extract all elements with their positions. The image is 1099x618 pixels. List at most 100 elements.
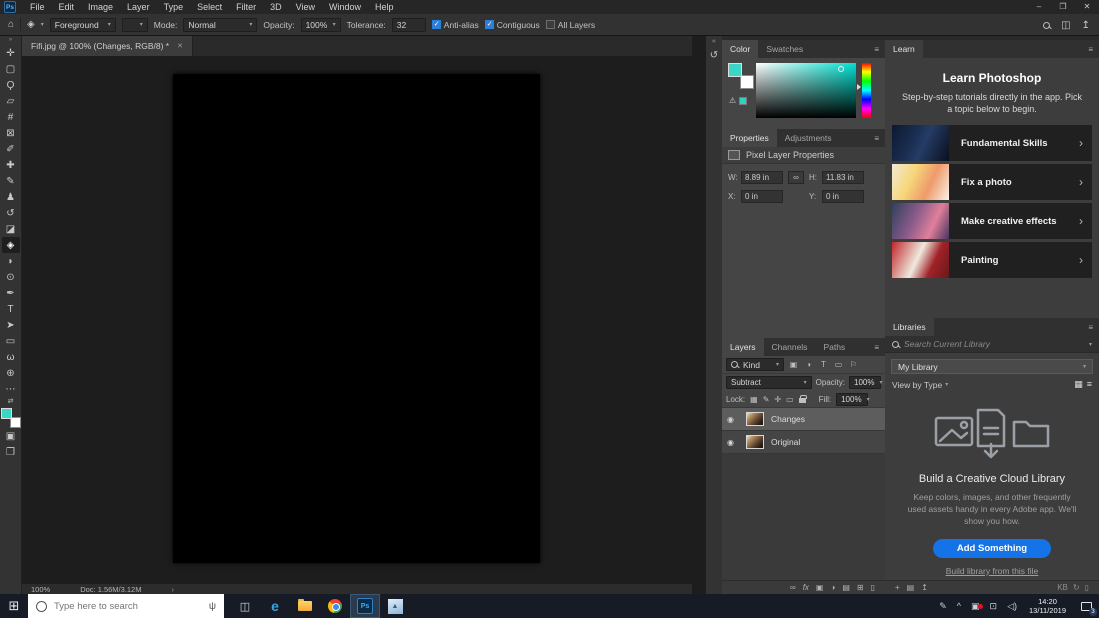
hue-slider-marker[interactable] <box>857 84 861 90</box>
close-button[interactable]: ✕ <box>1075 0 1099 14</box>
view-by-type-label[interactable]: View by Type <box>892 380 942 390</box>
layer-mask-icon[interactable]: ▣ <box>816 583 824 592</box>
tab-properties[interactable]: Properties <box>722 129 777 147</box>
type-tool[interactable]: T <box>2 301 20 317</box>
layer-style-icon[interactable]: fx <box>803 583 809 592</box>
adjustment-layer-icon[interactable]: ◑ <box>830 583 835 592</box>
new-group-icon[interactable]: ▤ <box>907 583 915 592</box>
restore-button[interactable]: ❐ <box>1051 0 1075 14</box>
tab-libraries[interactable]: Libraries <box>885 318 934 336</box>
lock-position-icon[interactable]: ✛ <box>774 395 781 404</box>
expand-toolbar-icon[interactable]: » <box>9 36 12 45</box>
edge-app[interactable]: e <box>260 594 290 618</box>
tolerance-input[interactable]: 32 <box>392 18 426 32</box>
object-selection-tool[interactable]: ▱ <box>2 93 20 109</box>
start-button[interactable]: ⊞ <box>0 594 28 618</box>
document-tab[interactable]: Fifi.jpg @ 100% (Changes, RGB/8) * ✕ <box>22 36 193 56</box>
panel-menu-icon[interactable]: ≡ <box>874 134 885 143</box>
notification-app-icon[interactable]: ▣ <box>966 601 985 612</box>
menu-layer[interactable]: Layer <box>120 0 157 14</box>
frame-tool[interactable]: ⊠ <box>2 125 20 141</box>
tab-adjustments[interactable]: Adjustments <box>777 129 840 147</box>
microphone-icon[interactable]: ψ <box>209 601 216 612</box>
zoom-tool[interactable]: ⊕ <box>2 365 20 381</box>
background-color-swatch[interactable] <box>740 75 754 89</box>
menu-filter[interactable]: Filter <box>229 0 263 14</box>
lasso-tool[interactable]: Ϙ <box>2 77 20 93</box>
dodge-tool[interactable]: ⊙ <box>2 269 20 285</box>
share-icon[interactable]: ↥ <box>1082 20 1090 31</box>
hand-tool[interactable]: ω <box>2 349 20 365</box>
lock-all-icon[interactable] <box>799 398 806 403</box>
document-canvas[interactable] <box>173 74 540 563</box>
list-view-icon[interactable]: ≡ <box>1087 379 1092 390</box>
taskbar-clock[interactable]: 14:20 13/11/2019 <box>1022 597 1073 615</box>
home-icon[interactable]: ⌂ <box>8 19 14 30</box>
minimize-button[interactable]: – <box>1027 0 1051 14</box>
swap-colors-icon[interactable]: ⇄ <box>8 397 14 406</box>
library-search-field[interactable]: Search Current Library ▾ <box>885 336 1099 353</box>
filter-adjustment-layers-icon[interactable]: ◑ <box>803 360 814 369</box>
file-explorer-app[interactable] <box>290 594 320 618</box>
y-field[interactable]: 0 in <box>822 190 864 203</box>
opacity-input[interactable]: 100% ▾ <box>301 18 341 32</box>
task-view-button[interactable]: ◫ <box>230 594 260 618</box>
brush-tool[interactable]: ✎ <box>2 173 20 189</box>
menu-help[interactable]: Help <box>368 0 401 14</box>
close-tab-icon[interactable]: ✕ <box>177 42 183 50</box>
photos-app[interactable]: ▲ <box>380 594 410 618</box>
panel-menu-icon[interactable]: ≡ <box>1088 45 1099 54</box>
menu-select[interactable]: Select <box>190 0 229 14</box>
action-center-button[interactable]: 3 <box>1073 594 1099 618</box>
layer-opacity-input[interactable]: 100% ▾ <box>849 376 881 389</box>
tab-paths[interactable]: Paths <box>815 338 853 356</box>
link-dimensions-icon[interactable]: ∞ <box>788 171 804 184</box>
blur-tool[interactable]: ◗ <box>2 253 20 269</box>
tab-color[interactable]: Color <box>722 40 758 58</box>
add-icon[interactable]: + <box>895 583 900 592</box>
zoom-level-field[interactable]: 100% <box>31 585 50 594</box>
tab-swatches[interactable]: Swatches <box>758 40 811 58</box>
lock-artboard-icon[interactable]: ▭ <box>786 395 794 404</box>
filter-type-layers-icon[interactable]: T <box>818 360 829 369</box>
move-tool[interactable]: ✛ <box>2 45 20 61</box>
history-panel-icon[interactable]: ↺ <box>706 47 722 63</box>
healing-brush-tool[interactable]: ✚ <box>2 157 20 173</box>
visibility-eye-icon[interactable]: ◉ <box>727 415 739 424</box>
menu-edit[interactable]: Edit <box>52 0 82 14</box>
quick-mask-icon[interactable]: ▣ <box>2 428 20 444</box>
filter-smart-objects-icon[interactable]: ⚐ <box>848 360 859 369</box>
chrome-app[interactable] <box>320 594 350 618</box>
rectangle-tool[interactable]: ▭ <box>2 333 20 349</box>
pen-tool[interactable]: ✒ <box>2 285 20 301</box>
color-picker-marker[interactable] <box>838 66 844 72</box>
add-something-button[interactable]: Add Something <box>933 539 1051 558</box>
layer-fill-input[interactable]: 100% ▾ <box>836 393 868 406</box>
gamut-warning-icon[interactable]: ⚠ <box>729 96 736 105</box>
mode-select[interactable]: Normal ▾ <box>183 18 257 32</box>
panel-menu-icon[interactable]: ≡ <box>1088 323 1099 332</box>
foreground-color-swatch[interactable] <box>728 63 742 77</box>
lock-pixels-icon[interactable]: ✎ <box>763 395 770 404</box>
learn-card-fix-a-photo[interactable]: Fix a photo › <box>892 164 1092 200</box>
menu-type[interactable]: Type <box>157 0 191 14</box>
foreground-color-swatch[interactable] <box>1 408 12 419</box>
build-library-link[interactable]: Build library from this file <box>885 566 1099 576</box>
eyedropper-tool[interactable]: ✐ <box>2 141 20 157</box>
menu-3d[interactable]: 3D <box>263 0 289 14</box>
grid-view-icon[interactable]: ▦ <box>1074 379 1083 390</box>
filter-kind-select[interactable]: Kind ▾ <box>726 358 784 371</box>
show-hidden-icons-chevron[interactable]: ^ <box>952 601 966 611</box>
visibility-eye-icon[interactable]: ◉ <box>727 438 739 447</box>
x-field[interactable]: 0 in <box>741 190 783 203</box>
library-select[interactable]: My Library ▾ <box>891 359 1093 374</box>
search-icon[interactable] <box>1043 22 1050 29</box>
speaker-icon[interactable]: ◁) <box>1002 601 1022 612</box>
tab-layers[interactable]: Layers <box>722 338 764 356</box>
photoshop-app[interactable]: Ps <box>350 594 380 618</box>
new-group-icon[interactable]: ▤ <box>842 583 850 592</box>
delete-icon[interactable]: ▯ <box>1085 583 1089 592</box>
paint-bucket-tool[interactable]: ◈ <box>2 237 20 253</box>
tab-channels[interactable]: Channels <box>764 338 816 356</box>
layer-row-original[interactable]: ◉ Original <box>722 431 885 454</box>
